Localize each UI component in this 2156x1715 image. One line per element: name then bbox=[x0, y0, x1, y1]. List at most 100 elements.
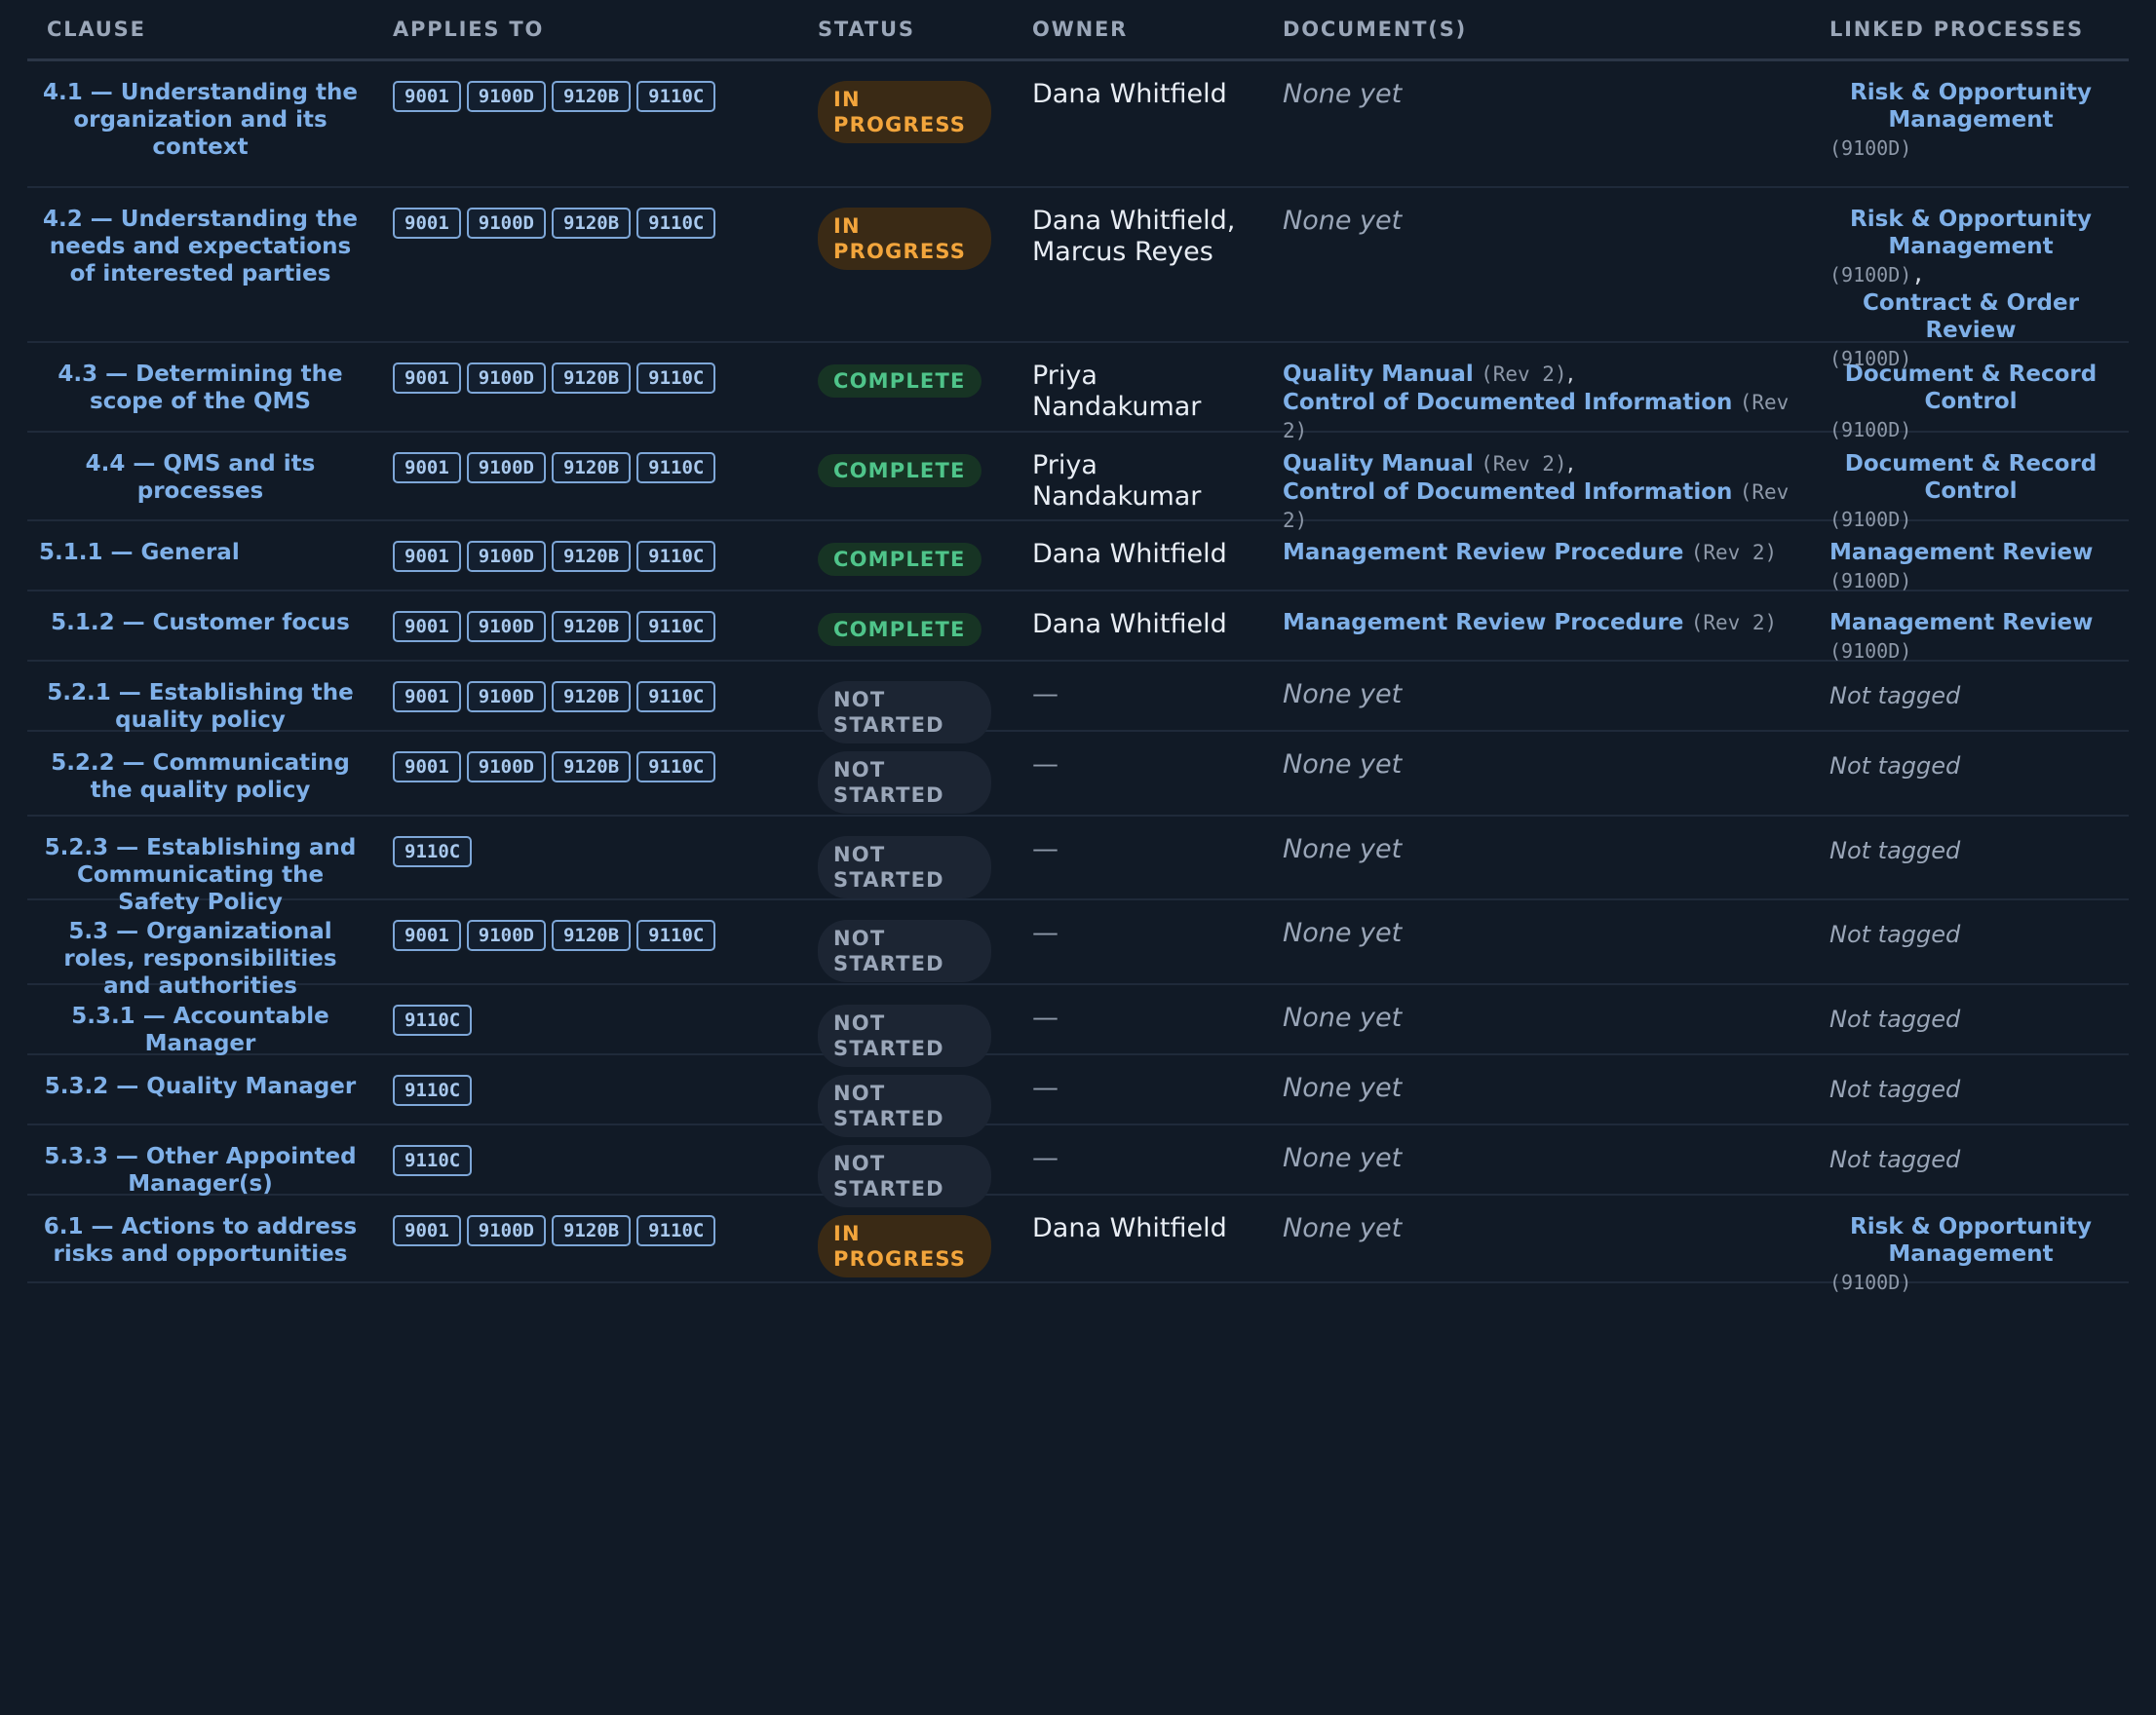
clause-link[interactable]: 5.3.2 — Quality Manager bbox=[39, 1073, 362, 1100]
clause-cell: 4.4 — QMS and its processes bbox=[27, 433, 373, 519]
table-row[interactable]: 6.1 — Actions to address risks and oppor… bbox=[27, 1196, 2129, 1294]
table-row[interactable]: 5.2.3 — Establishing and Communicating t… bbox=[27, 817, 2129, 915]
owner-cell: — bbox=[1013, 985, 1263, 1053]
linked-processes-cell: Not tagged bbox=[1810, 985, 2129, 1053]
header-clause[interactable]: CLAUSE bbox=[27, 18, 373, 41]
table-row[interactable]: 4.2 — Understanding the needs and expect… bbox=[27, 188, 2129, 370]
applies-to-cell: 9001 9100D 9120B 9110C bbox=[373, 591, 798, 660]
process-link[interactable]: Risk & Opportunity Management bbox=[1829, 206, 2112, 260]
process-link[interactable]: Management Review bbox=[1829, 539, 2112, 566]
standard-tag: 9001 bbox=[393, 611, 461, 642]
table-row[interactable]: 5.2.1 — Establishing the quality policy 9… bbox=[27, 662, 2129, 743]
process-link[interactable]: Document & Record Control bbox=[1829, 450, 2112, 505]
standard-tags: 9110C bbox=[393, 1073, 798, 1106]
clause-cell: 5.3 — Organizational roles, responsibili… bbox=[27, 900, 373, 999]
process-list: Management Review (9100D) bbox=[1829, 539, 2112, 595]
standard-tag: 9120B bbox=[551, 452, 632, 483]
standard-tag: 9120B bbox=[551, 611, 632, 642]
owner-name: — bbox=[1032, 679, 1059, 709]
owner-cell: — bbox=[1013, 1055, 1263, 1124]
owner-cell: Dana Whitfield bbox=[1013, 1196, 1263, 1281]
table-row[interactable]: 5.3.2 — Quality Manager 9110C NOT STARTED —… bbox=[27, 1055, 2129, 1137]
clause-link[interactable]: 5.2.2 — Communicating the quality policy bbox=[39, 749, 362, 804]
clause-cell: 5.3.2 — Quality Manager bbox=[27, 1055, 373, 1124]
standard-tag: 9110C bbox=[636, 81, 716, 112]
documents-cell: None yet bbox=[1263, 817, 1810, 898]
standard-tags: 9110C bbox=[393, 1143, 798, 1176]
standard-tag: 9120B bbox=[551, 362, 632, 394]
process-tag-text: (9100D) bbox=[1829, 639, 1912, 663]
process-link[interactable]: Contract & Order Review bbox=[1829, 289, 2112, 344]
standard-tag: 9001 bbox=[393, 681, 461, 712]
clause-link[interactable]: 4.3 — Determining the scope of the QMS bbox=[39, 361, 362, 415]
documents-cell: None yet bbox=[1263, 1196, 1810, 1281]
clause-link[interactable]: 4.4 — QMS and its processes bbox=[39, 450, 362, 505]
owner-name: Dana Whitfield bbox=[1032, 539, 1227, 569]
owner-cell: — bbox=[1013, 662, 1263, 730]
processes-empty: Not tagged bbox=[1829, 682, 1961, 709]
clause-link[interactable]: 5.3.3 — Other Appointed Manager(s) bbox=[39, 1143, 362, 1198]
table-row[interactable]: 4.4 — QMS and its processes 9001 9100D 9120… bbox=[27, 433, 2129, 532]
standard-tag: 9120B bbox=[551, 81, 632, 112]
table-row[interactable]: 5.3 — Organizational roles, responsibili… bbox=[27, 900, 2129, 999]
document-revision: (Rev 2) bbox=[1481, 362, 1567, 386]
table-row[interactable]: 5.1.2 — Customer focus 9001 9100D 9120B 9110… bbox=[27, 591, 2129, 663]
owner-name: — bbox=[1032, 1073, 1059, 1103]
process-link[interactable]: Risk & Opportunity Management bbox=[1829, 1213, 2112, 1268]
clause-link[interactable]: 5.2.1 — Establishing the quality policy bbox=[39, 679, 362, 734]
document-link[interactable]: Quality Manual bbox=[1283, 362, 1474, 387]
header-status[interactable]: STATUS bbox=[798, 18, 1013, 41]
process-link[interactable]: Document & Record Control bbox=[1829, 361, 2112, 415]
table-row[interactable]: 5.2.2 — Communicating the quality policy… bbox=[27, 732, 2129, 817]
process-tag-text: (9100D) bbox=[1829, 263, 1912, 286]
header-documents[interactable]: DOCUMENT(S) bbox=[1263, 18, 1810, 41]
table-row[interactable]: 4.1 — Understanding the organization and… bbox=[27, 61, 2129, 188]
header-owner[interactable]: OWNER bbox=[1013, 18, 1263, 41]
list-separator: , bbox=[1566, 362, 1574, 387]
owner-cell: Dana Whitfield bbox=[1013, 61, 1263, 186]
linked-processes-cell: Management Review (9100D) bbox=[1810, 591, 2129, 663]
document-link[interactable]: Management Review Procedure bbox=[1283, 610, 1683, 635]
process-list: Risk & Opportunity Management (9100D) bbox=[1829, 79, 2112, 163]
owner-cell: — bbox=[1013, 900, 1263, 983]
clause-link[interactable]: 4.1 — Understanding the organization and… bbox=[39, 79, 362, 161]
table-row[interactable]: 5.3.3 — Other Appointed Manager(s) 9110C N… bbox=[27, 1125, 2129, 1207]
clause-link[interactable]: 5.3.1 — Accountable Manager bbox=[39, 1003, 362, 1057]
standard-tag: 9110C bbox=[636, 920, 716, 951]
table-row[interactable]: 4.3 — Determining the scope of the QMS 90… bbox=[27, 343, 2129, 442]
clause-link[interactable]: 6.1 — Actions to address risks and oppor… bbox=[39, 1213, 362, 1268]
clause-cell: 5.1.2 — Customer focus bbox=[27, 591, 373, 660]
header-applies-to[interactable]: APPLIES TO bbox=[373, 18, 798, 41]
standard-tag: 9110C bbox=[636, 611, 716, 642]
header-linked-processes[interactable]: LINKED PROCESSES bbox=[1810, 18, 2129, 41]
document-link[interactable]: Control of Documented Information bbox=[1283, 390, 1732, 415]
standard-tag: 9110C bbox=[636, 362, 716, 394]
clause-cell: 5.3.3 — Other Appointed Manager(s) bbox=[27, 1125, 373, 1197]
documents-cell: None yet bbox=[1263, 61, 1810, 186]
document-link[interactable]: Control of Documented Information bbox=[1283, 479, 1732, 505]
document-link[interactable]: Quality Manual bbox=[1283, 451, 1474, 476]
owner-cell: Priya Nandakumar bbox=[1013, 433, 1263, 519]
standard-tag: 9100D bbox=[466, 208, 546, 239]
standard-tags: 9110C bbox=[393, 834, 798, 867]
clause-cell: 5.2.3 — Establishing and Communicating t… bbox=[27, 817, 373, 915]
clause-link[interactable]: 5.1.2 — Customer focus bbox=[39, 609, 362, 636]
status-badge: IN PROGRESS bbox=[818, 81, 991, 143]
processes-empty: Not tagged bbox=[1829, 921, 1961, 948]
clause-link[interactable]: 5.1.1 — General bbox=[39, 539, 362, 566]
process-link[interactable]: Risk & Opportunity Management bbox=[1829, 79, 2112, 133]
table-row[interactable]: 5.1.1 — General 9001 9100D 9120B 9110C COMPLE… bbox=[27, 521, 2129, 592]
process-link[interactable]: Management Review bbox=[1829, 609, 2112, 636]
standard-tags: 9001 9100D 9120B 9110C bbox=[393, 609, 798, 642]
document-link[interactable]: Management Review Procedure bbox=[1283, 540, 1683, 565]
processes-empty: Not tagged bbox=[1829, 837, 1961, 864]
standard-tag: 9001 bbox=[393, 208, 461, 239]
linked-processes-cell: Not tagged bbox=[1810, 817, 2129, 898]
owner-name: Priya Nandakumar bbox=[1032, 450, 1202, 512]
clause-link[interactable]: 4.2 — Understanding the needs and expect… bbox=[39, 206, 362, 287]
clause-cell: 5.1.1 — General bbox=[27, 521, 373, 590]
status-cell: NOT STARTED bbox=[798, 985, 1013, 1067]
status-cell: COMPLETE bbox=[798, 591, 1013, 660]
status-cell: NOT STARTED bbox=[798, 662, 1013, 743]
table-row[interactable]: 5.3.1 — Accountable Manager 9110C NOT STAR… bbox=[27, 985, 2129, 1067]
